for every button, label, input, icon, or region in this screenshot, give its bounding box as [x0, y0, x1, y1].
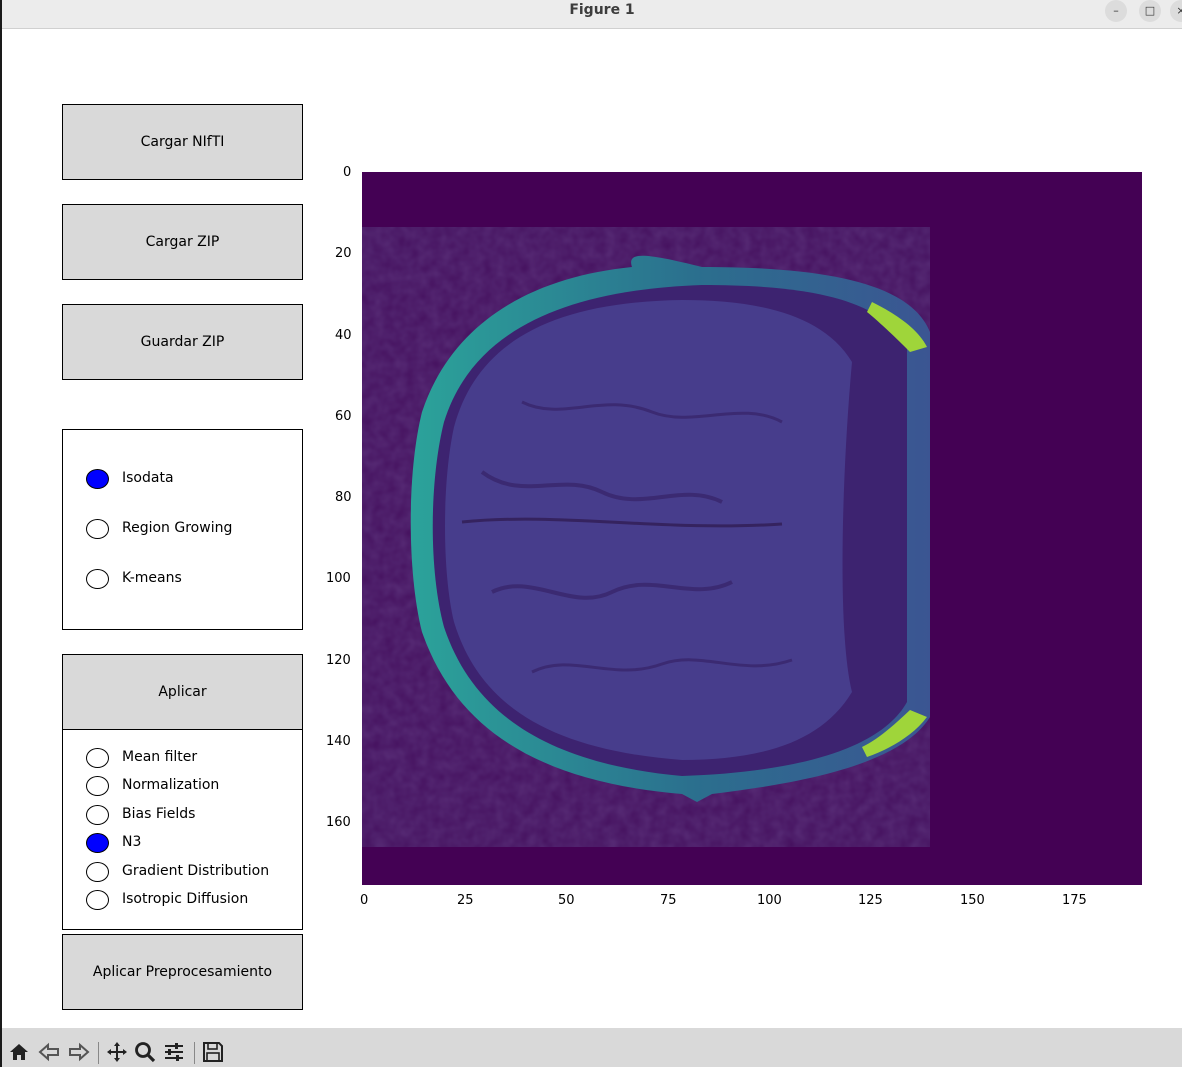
y-tick-160: 160: [326, 815, 351, 830]
maximize-button[interactable]: □: [1139, 0, 1161, 22]
back-icon[interactable]: [38, 1041, 60, 1063]
radio-bias-fields-label: Bias Fields: [122, 806, 196, 822]
radio-gradient-distribution[interactable]: Gradient Distribution: [63, 859, 302, 885]
radio-bias-fields-circle[interactable]: [86, 805, 109, 825]
window-title: Figure 1: [569, 2, 635, 18]
minimize-button[interactable]: –: [1105, 0, 1127, 22]
radio-isotropic-diffusion-circle[interactable]: [86, 890, 109, 910]
configure-subplots-icon[interactable]: [163, 1041, 185, 1063]
y-tick-0: 0: [343, 165, 352, 180]
radio-isodata-label: Isodata: [122, 470, 174, 486]
y-tick-100: 100: [326, 571, 351, 586]
radio-normalization-circle[interactable]: [86, 776, 109, 796]
y-tick-20: 20: [335, 246, 352, 261]
radio-gradient-distribution-circle[interactable]: [86, 862, 109, 882]
y-tick-80: 80: [335, 490, 352, 505]
radio-isodata-circle[interactable]: [86, 469, 109, 489]
radio-kmeans-label: K-means: [122, 570, 182, 586]
preprocessing-radio-group: Mean filter Normalization Bias Fields N3…: [62, 729, 303, 930]
load-zip-button[interactable]: Cargar ZIP: [62, 204, 303, 280]
toolbar-separator: [98, 1042, 99, 1064]
y-tick-60: 60: [335, 409, 352, 424]
apply-button[interactable]: Aplicar: [62, 654, 303, 730]
radio-mean-filter-label: Mean filter: [122, 749, 198, 765]
x-tick-100: 100: [757, 893, 782, 908]
radio-region-growing-circle[interactable]: [86, 519, 109, 539]
title-bar: Figure 1 – □ ×: [2, 0, 1182, 29]
apply-preprocessing-button[interactable]: Aplicar Preprocesamiento: [62, 934, 303, 1010]
y-tick-120: 120: [326, 653, 351, 668]
radio-gradient-distribution-label: Gradient Distribution: [122, 863, 270, 879]
x-tick-25: 25: [457, 893, 474, 908]
navigation-toolbar: [2, 1028, 1182, 1067]
radio-isodata[interactable]: Isodata: [63, 466, 302, 492]
x-tick-125: 125: [858, 893, 883, 908]
x-tick-150: 150: [960, 893, 985, 908]
home-icon[interactable]: [8, 1041, 30, 1063]
x-tick-75: 75: [660, 893, 677, 908]
radio-region-growing-label: Region Growing: [122, 520, 233, 536]
radio-isotropic-diffusion-label: Isotropic Diffusion: [122, 891, 249, 907]
radio-n3-circle[interactable]: [86, 833, 109, 853]
radio-mean-filter[interactable]: Mean filter: [63, 745, 302, 771]
radio-kmeans[interactable]: K-means: [63, 566, 302, 592]
y-tick-140: 140: [326, 734, 351, 749]
radio-mean-filter-circle[interactable]: [86, 748, 109, 768]
save-icon[interactable]: [202, 1041, 224, 1063]
y-tick-40: 40: [335, 328, 352, 343]
pan-icon[interactable]: [106, 1041, 128, 1063]
radio-n3-label: N3: [122, 834, 142, 850]
radio-bias-fields[interactable]: Bias Fields: [63, 802, 302, 828]
x-tick-175: 175: [1062, 893, 1087, 908]
brain-tissue: [445, 300, 852, 760]
mri-image-axes[interactable]: [362, 172, 1142, 885]
radio-region-growing[interactable]: Region Growing: [63, 516, 302, 542]
toolbar-separator: [194, 1042, 195, 1064]
window-left-edge: [0, 0, 2, 1067]
segmentation-radio-group: Isodata Region Growing K-means: [62, 429, 303, 630]
save-zip-button[interactable]: Guardar ZIP: [62, 304, 303, 380]
zoom-icon[interactable]: [134, 1041, 156, 1063]
radio-normalization-label: Normalization: [122, 777, 220, 793]
x-tick-50: 50: [558, 893, 575, 908]
load-nifti-button[interactable]: Cargar NIfTI: [62, 104, 303, 180]
radio-normalization[interactable]: Normalization: [63, 773, 302, 799]
radio-n3[interactable]: N3: [63, 830, 302, 856]
forward-icon[interactable]: [68, 1041, 90, 1063]
radio-kmeans-circle[interactable]: [86, 569, 109, 589]
x-tick-0: 0: [360, 893, 369, 908]
radio-isotropic-diffusion[interactable]: Isotropic Diffusion: [63, 887, 302, 913]
